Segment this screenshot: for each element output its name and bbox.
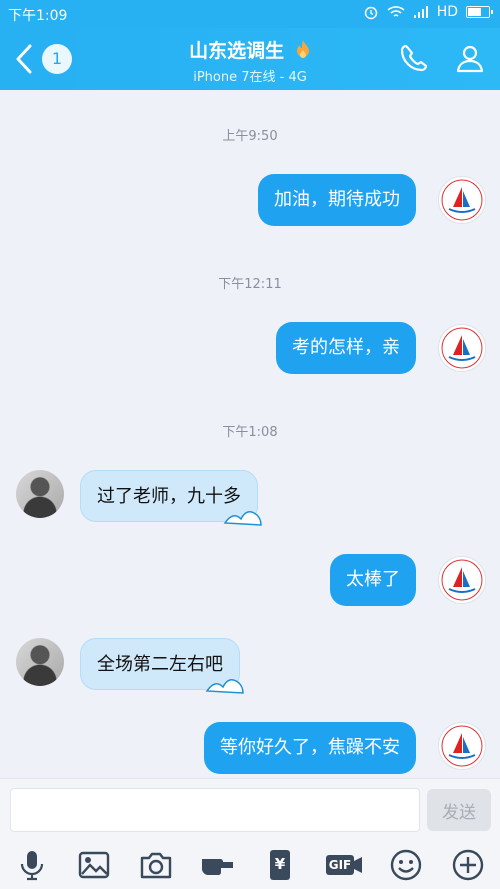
outgoing-message[interactable]: 考的怎样，亲 bbox=[276, 322, 416, 374]
sailboat-logo-icon bbox=[441, 327, 483, 369]
gif-button[interactable]: GIF bbox=[324, 847, 364, 883]
message-timestamp: 上午9:50 bbox=[222, 129, 278, 144]
chat-header: 1 山东选调生 iPhone 7在线 - 4G bbox=[0, 28, 500, 90]
sailboat-logo-icon bbox=[441, 559, 483, 601]
my-avatar[interactable] bbox=[438, 556, 486, 604]
contact-profile-icon[interactable] bbox=[454, 42, 486, 74]
red-packet-hand-icon[interactable] bbox=[200, 847, 236, 883]
battery-icon bbox=[466, 6, 493, 18]
microphone-icon[interactable] bbox=[14, 847, 50, 883]
sailboat-logo-icon bbox=[441, 725, 483, 767]
my-avatar[interactable] bbox=[438, 324, 486, 372]
message-text: 加油，期待成功 bbox=[274, 189, 400, 210]
camera-icon[interactable] bbox=[138, 847, 174, 883]
my-avatar[interactable] bbox=[438, 722, 486, 770]
status-time: 下午1:09 bbox=[8, 8, 68, 24]
send-button[interactable]: 发送 bbox=[427, 789, 491, 831]
my-avatar[interactable] bbox=[438, 176, 486, 224]
wave-decoration-icon bbox=[223, 511, 262, 526]
message-timestamp: 下午12:11 bbox=[218, 277, 282, 292]
outgoing-message[interactable]: 等你好久了，焦躁不安 bbox=[204, 722, 416, 774]
network-type: HD bbox=[436, 4, 458, 20]
alarm-icon bbox=[364, 6, 377, 20]
transfer-button[interactable]: ¥ bbox=[262, 847, 298, 883]
message-text: 全场第二左右吧 bbox=[97, 654, 223, 675]
input-toolbar: ¥ GIF bbox=[0, 843, 500, 889]
message-text: 过了老师，九十多 bbox=[97, 486, 241, 507]
outgoing-message[interactable]: 加油，期待成功 bbox=[258, 174, 416, 226]
phone-icon[interactable] bbox=[398, 42, 430, 74]
outgoing-message[interactable]: 太棒了 bbox=[330, 554, 416, 606]
wave-decoration-icon bbox=[205, 679, 244, 694]
wifi-icon bbox=[387, 6, 405, 17]
message-text: 考的怎样，亲 bbox=[292, 337, 400, 358]
status-icons: HD bbox=[363, 4, 493, 20]
message-timestamp: 下午1:08 bbox=[222, 425, 278, 440]
image-icon[interactable] bbox=[76, 847, 112, 883]
status-bar: 下午1:09 HD bbox=[0, 0, 500, 28]
message-text: 太棒了 bbox=[346, 569, 400, 590]
contact-avatar[interactable] bbox=[16, 638, 64, 686]
message-input[interactable] bbox=[10, 788, 420, 832]
signal-icon bbox=[413, 6, 428, 18]
incoming-message[interactable]: 全场第二左右吧 bbox=[80, 638, 244, 694]
flame-icon bbox=[296, 40, 309, 58]
gif-label: GIF bbox=[328, 858, 352, 872]
plus-icon[interactable] bbox=[450, 847, 486, 883]
contact-avatar[interactable] bbox=[16, 470, 64, 518]
input-bar: 发送 ¥ GIF bbox=[0, 778, 500, 889]
message-text: 等你好久了，焦躁不安 bbox=[220, 737, 400, 758]
yuan-label: ¥ bbox=[274, 855, 286, 873]
emoji-icon[interactable] bbox=[388, 847, 424, 883]
sailboat-logo-icon bbox=[441, 179, 483, 221]
incoming-message[interactable]: 过了老师，九十多 bbox=[80, 470, 262, 526]
chat-title-text: 山东选调生 bbox=[189, 40, 285, 62]
